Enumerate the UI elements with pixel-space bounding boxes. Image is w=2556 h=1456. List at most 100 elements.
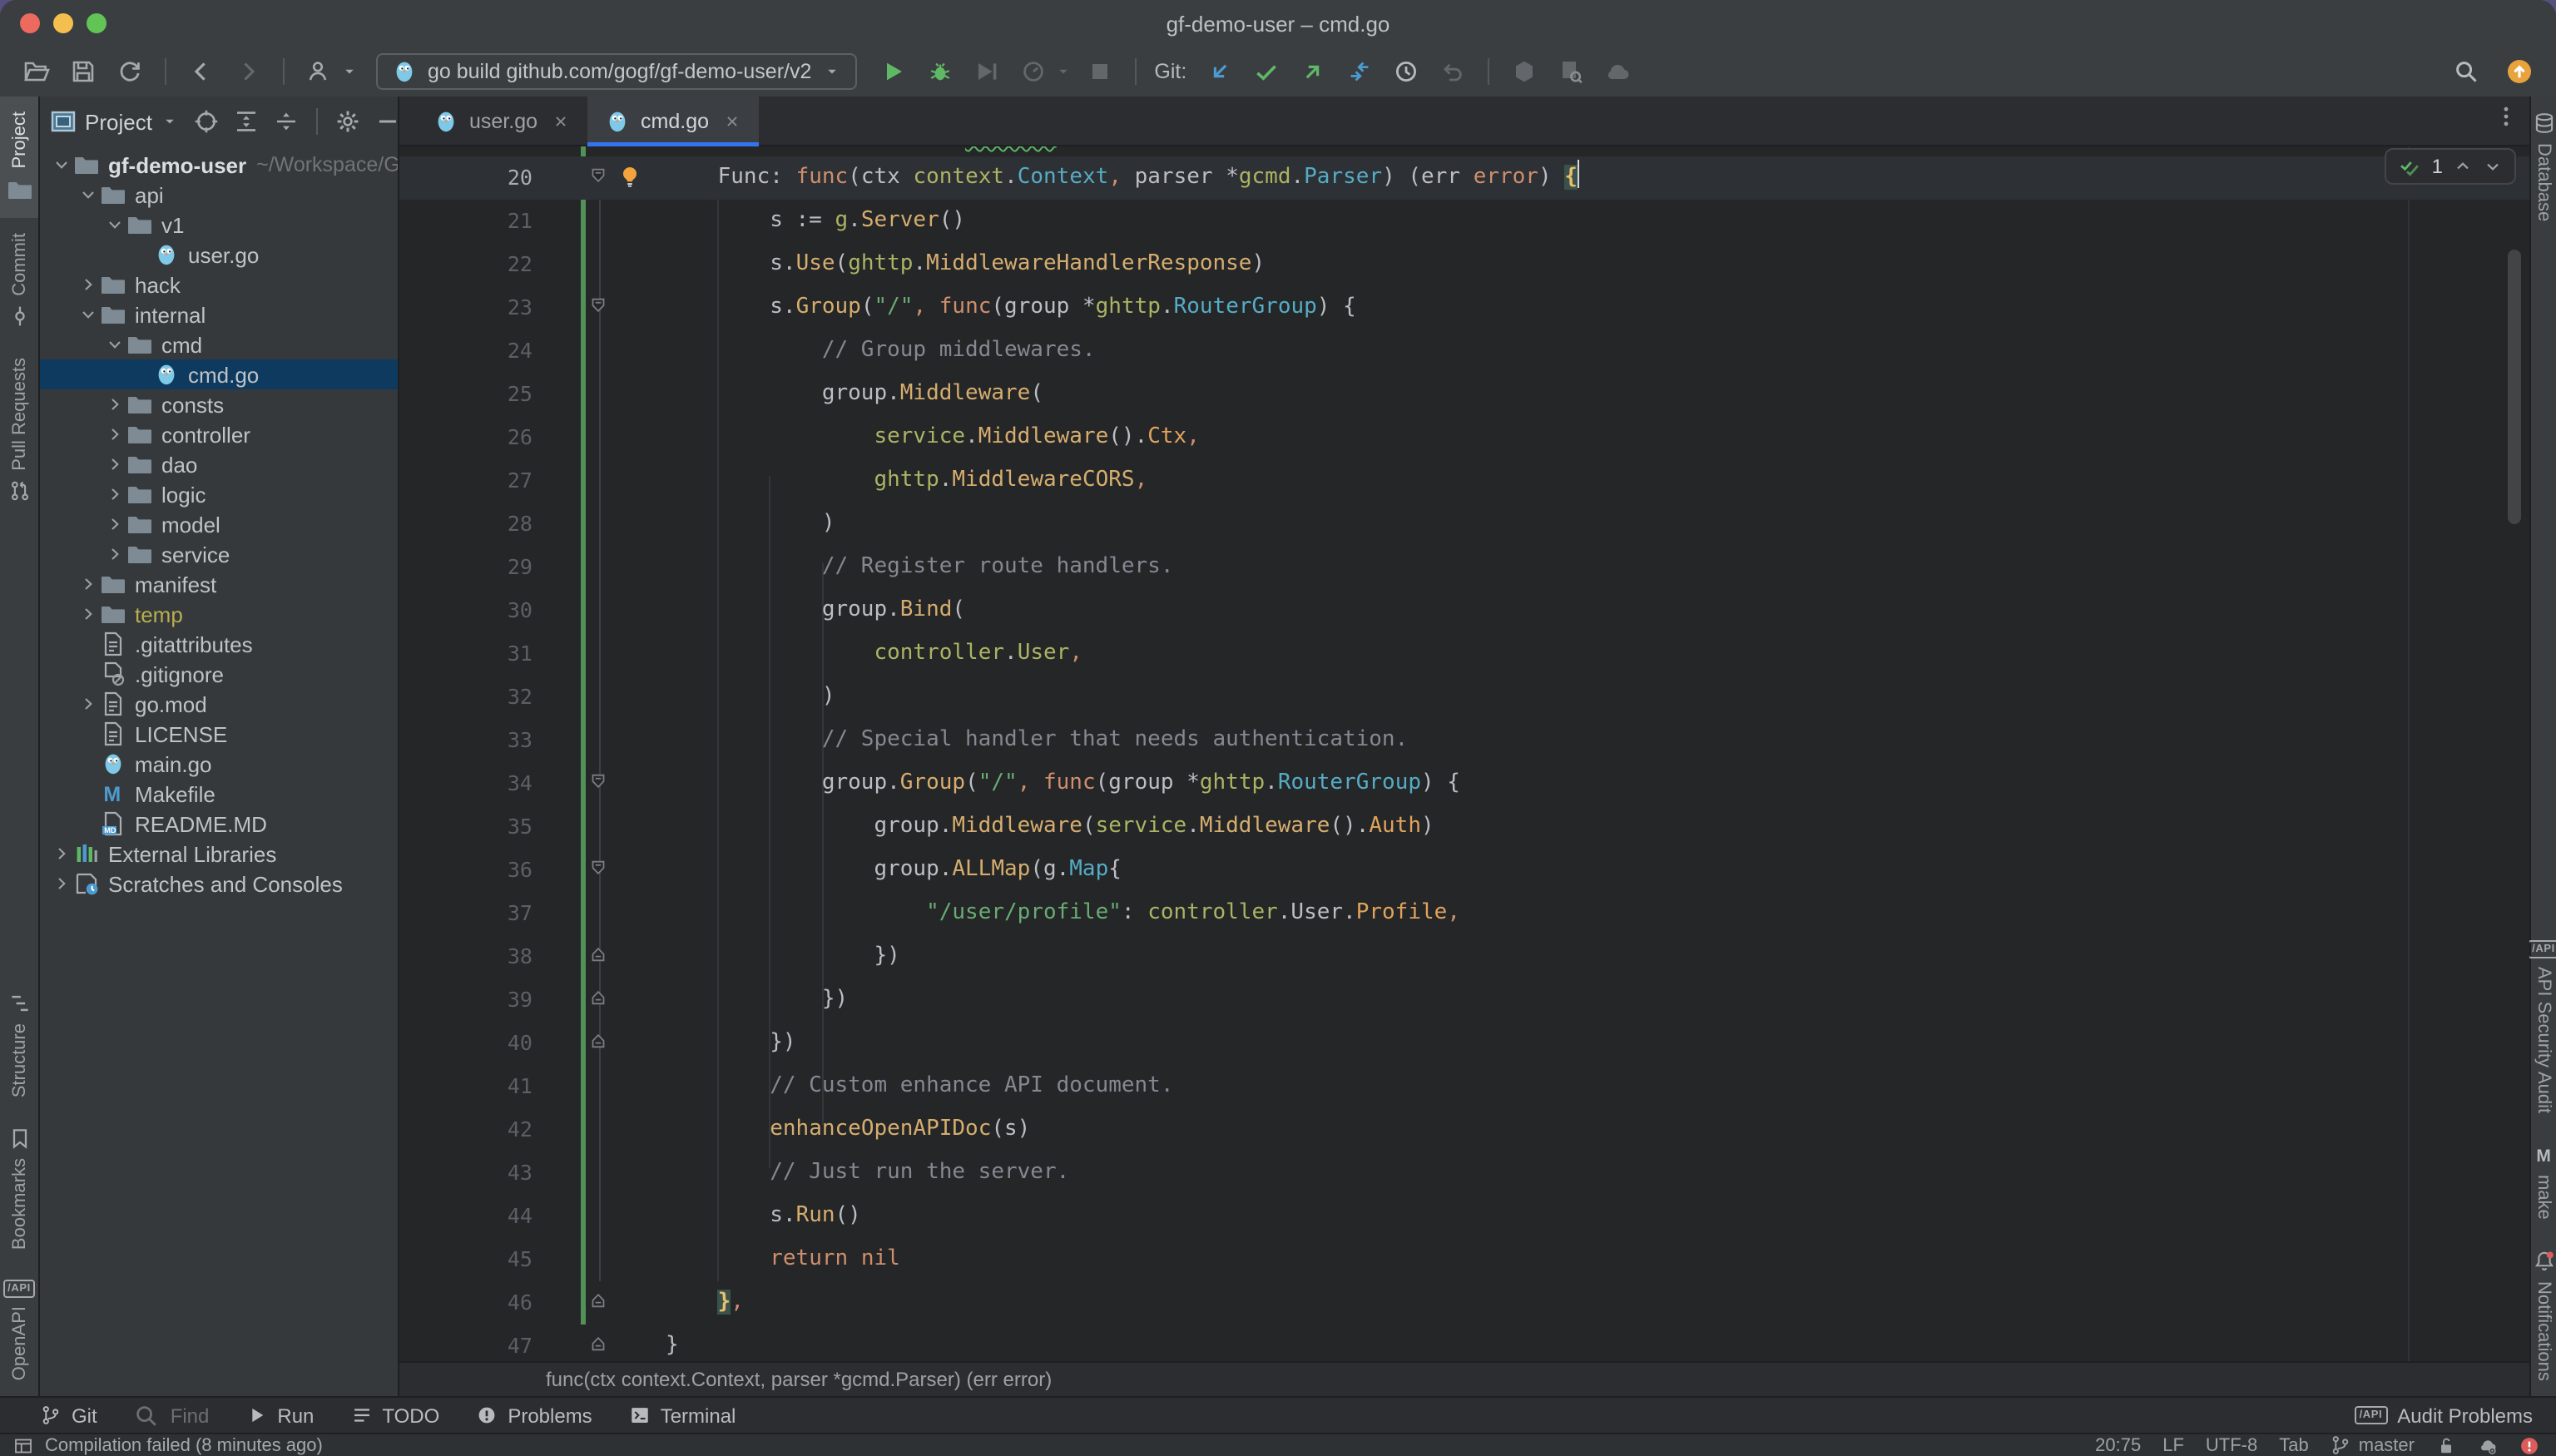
commit-button[interactable] xyxy=(1246,52,1286,92)
tree-item-v1[interactable]: v1 xyxy=(40,210,398,240)
code-line-36[interactable]: 36 group.ALLMap(g.Map{ xyxy=(399,849,2529,892)
tree-expand-chevron-icon[interactable] xyxy=(77,185,100,205)
code-line-19[interactable]: 19 Brief: "start http server", xyxy=(399,146,2529,156)
inspection-widget[interactable]: 1 xyxy=(2385,148,2516,185)
tree-item-user-go[interactable]: user.go xyxy=(40,240,398,270)
next-problem-chevron-down-icon[interactable] xyxy=(2483,156,2503,176)
status-indent[interactable]: Tab xyxy=(2279,1435,2309,1455)
tree-item-api[interactable]: api xyxy=(40,180,398,210)
tree-item-dao[interactable]: dao xyxy=(40,449,398,479)
back-button[interactable] xyxy=(181,52,221,92)
tool-stripe-notifications[interactable]: Notifications xyxy=(2531,1235,2556,1396)
tool-stripe-database[interactable]: Database xyxy=(2531,97,2556,236)
tree-expand-chevron-icon[interactable] xyxy=(77,275,100,295)
rollback-button[interactable] xyxy=(1433,52,1473,92)
chevron-down-icon[interactable] xyxy=(161,111,181,131)
fold-marker-icon[interactable] xyxy=(587,1290,609,1320)
code-line-39[interactable]: 39 }) xyxy=(399,978,2529,1022)
push-button[interactable] xyxy=(1293,52,1333,92)
fold-marker-icon[interactable] xyxy=(587,1333,609,1361)
code-line-45[interactable]: 45 return nil xyxy=(399,1238,2529,1281)
tool-stripe-bookmarks[interactable]: Bookmarks xyxy=(0,1112,38,1265)
tree-item-service[interactable]: service xyxy=(40,539,398,569)
find-usages-button[interactable] xyxy=(1551,52,1591,92)
code-line-31[interactable]: 31 controller.User, xyxy=(399,632,2529,676)
tree-item-readme-md[interactable]: MDREADME.MD xyxy=(40,809,398,839)
code-with-me-button[interactable] xyxy=(300,52,339,92)
tree-item-hack[interactable]: hack xyxy=(40,270,398,300)
zoom-window-button[interactable] xyxy=(87,13,106,33)
tree-item-main-go[interactable]: main.go xyxy=(40,749,398,779)
tree-item-controller[interactable]: controller xyxy=(40,419,398,449)
previous-problem-chevron-up-icon[interactable] xyxy=(2453,156,2473,176)
tree-item-go-mod[interactable]: go.mod xyxy=(40,689,398,719)
code-line-40[interactable]: 40 }) xyxy=(399,1022,2529,1065)
fold-marker-icon[interactable] xyxy=(587,987,609,1017)
forward-button[interactable] xyxy=(228,52,268,92)
project-panel-title[interactable]: Project xyxy=(85,109,152,134)
tree-item-gf-demo-user[interactable]: gf-demo-user~/Workspace/Go/GOP xyxy=(40,150,398,180)
window-layout-icon[interactable] xyxy=(13,1435,33,1455)
code-line-32[interactable]: 32 ) xyxy=(399,676,2529,719)
tab-cmd-go[interactable]: cmd.go xyxy=(587,96,759,146)
tool-stripe-pull-requests[interactable]: Pull Requests xyxy=(0,343,38,518)
tree-expand-chevron-icon[interactable] xyxy=(103,215,126,235)
fold-marker-icon[interactable] xyxy=(587,943,609,973)
code-line-37[interactable]: 37 "/user/profile": controller.User.Prof… xyxy=(399,892,2529,935)
run-configuration-select[interactable]: go build github.com/gogf/gf-demo-user/v2 xyxy=(376,53,856,90)
chevron-down-icon[interactable] xyxy=(339,62,359,82)
cloud-button[interactable] xyxy=(1598,52,1637,92)
code-editor[interactable]: 19 Brief: "start http server",20 Func: f… xyxy=(399,146,2529,1361)
tree-item-cmd[interactable]: cmd xyxy=(40,329,398,359)
tree-expand-chevron-icon[interactable] xyxy=(77,604,100,624)
toolwindow-problems[interactable]: Problems xyxy=(476,1404,592,1427)
intention-bulb-icon[interactable] xyxy=(617,165,642,198)
minimize-window-button[interactable] xyxy=(53,13,73,33)
tree-item-scratches-and-consoles[interactable]: Scratches and Consoles xyxy=(40,869,398,899)
profiler-button[interactable] xyxy=(1013,52,1053,92)
code-line-44[interactable]: 44 s.Run() xyxy=(399,1195,2529,1238)
tree-item-model[interactable]: model xyxy=(40,509,398,539)
fold-marker-icon[interactable] xyxy=(587,295,609,324)
status-git-branch[interactable]: master xyxy=(2331,1434,2415,1456)
tree-expand-chevron-icon[interactable] xyxy=(77,694,100,714)
code-line-22[interactable]: 22 s.Use(ghttp.MiddlewareHandlerResponse… xyxy=(399,243,2529,286)
status-caret-position[interactable]: 20:75 xyxy=(2095,1435,2141,1455)
status-error-indicator[interactable] xyxy=(2519,1435,2539,1455)
editor-scrollbar[interactable] xyxy=(2508,250,2521,524)
code-line-46[interactable]: 46 }, xyxy=(399,1281,2529,1325)
close-icon[interactable] xyxy=(722,111,742,131)
close-icon[interactable] xyxy=(551,111,571,131)
tree-expand-chevron-icon[interactable] xyxy=(50,874,73,894)
tool-stripe-structure[interactable]: Structure xyxy=(0,976,38,1112)
options-button[interactable] xyxy=(330,103,367,140)
toolwindow-todo[interactable]: TODO xyxy=(350,1404,439,1427)
run-button[interactable] xyxy=(873,52,913,92)
tree-expand-chevron-icon[interactable] xyxy=(50,155,73,175)
tree-item-consts[interactable]: consts xyxy=(40,389,398,419)
code-line-47[interactable]: 47} xyxy=(399,1325,2529,1361)
code-line-38[interactable]: 38 }) xyxy=(399,935,2529,978)
fold-marker-icon[interactable] xyxy=(587,165,609,195)
code-line-27[interactable]: 27 ghttp.MiddlewareCORS, xyxy=(399,459,2529,503)
code-line-25[interactable]: 25 group.Middleware( xyxy=(399,373,2529,416)
tree-expand-chevron-icon[interactable] xyxy=(103,544,126,564)
expand-all-button[interactable] xyxy=(229,103,265,140)
select-opened-file-button[interactable] xyxy=(189,103,225,140)
toolwindow-audit-problems[interactable]: /APIAudit Problems xyxy=(2355,1404,2533,1427)
status-readonly-toggle[interactable] xyxy=(2436,1435,2456,1455)
tree-expand-chevron-icon[interactable] xyxy=(103,334,126,354)
run-with-coverage-button[interactable] xyxy=(966,52,1006,92)
debug-button[interactable] xyxy=(919,52,959,92)
code-line-20[interactable]: 20 Func: func(ctx context.Context, parse… xyxy=(399,156,2529,200)
tree-expand-chevron-icon[interactable] xyxy=(103,424,126,444)
tree-expand-chevron-icon[interactable] xyxy=(103,514,126,534)
status-encoding[interactable]: UTF-8 xyxy=(2206,1435,2257,1455)
update-available-button[interactable] xyxy=(2499,52,2539,92)
tool-stripe-openapi[interactable]: /APIOpenAPI xyxy=(0,1265,38,1396)
tree-item-gitignore[interactable]: .gitignore xyxy=(40,659,398,689)
package-button[interactable] xyxy=(1504,52,1544,92)
tab-user-go[interactable]: user.go xyxy=(416,96,587,146)
code-line-29[interactable]: 29 // Register route handlers. xyxy=(399,546,2529,589)
toolwindow-git[interactable]: Git xyxy=(40,1404,97,1427)
